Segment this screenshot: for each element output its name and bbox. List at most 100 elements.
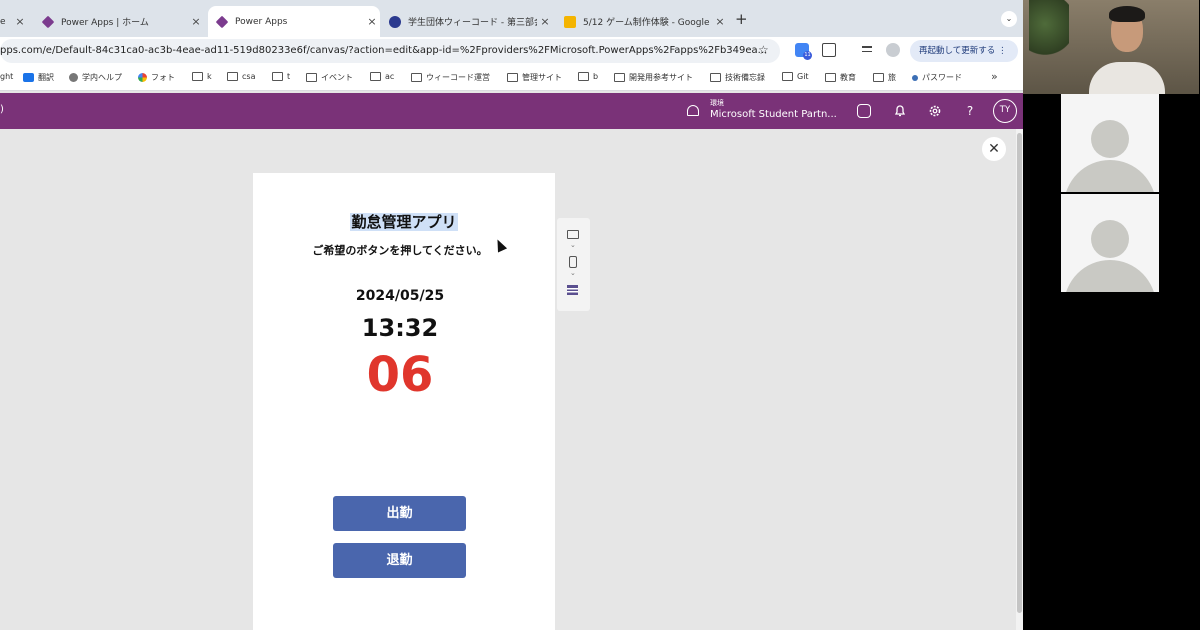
bookmark-label: b <box>593 72 599 81</box>
bookmark-folder[interactable]: t <box>272 72 290 81</box>
tab-partial[interactable]: e × <box>0 6 28 37</box>
app-title-text: 勤怠管理アプリ <box>350 213 458 231</box>
bookmark-label: k <box>207 72 212 81</box>
tab-title: e <box>0 16 6 27</box>
new-tab-button[interactable]: + <box>735 10 748 28</box>
tab-close-icon[interactable]: × <box>12 15 28 28</box>
environment-label: 環境 <box>710 99 724 107</box>
presenter-camera <box>1023 0 1199 94</box>
key-icon <box>912 74 918 81</box>
person-placeholder-head <box>1091 120 1129 158</box>
folder-icon <box>227 72 238 81</box>
bookmark-item[interactable]: ght <box>0 72 13 81</box>
bookmarks-overflow-button[interactable]: » <box>991 70 998 83</box>
reading-list-icon[interactable] <box>862 43 876 57</box>
participant-tile[interactable] <box>1061 94 1159 192</box>
folder-icon <box>578 72 589 81</box>
bookmark-star-icon[interactable]: ☆ <box>758 43 769 57</box>
bookmark-folder[interactable]: 技術備忘録 <box>710 72 765 83</box>
bookmark-folder[interactable]: 開発用参考サイト <box>614 72 693 83</box>
tab-wecode[interactable]: 学生団体ウィーコード - 第三部会 × <box>385 6 553 37</box>
tab-powerapps-home[interactable]: Power Apps | ホーム × <box>38 6 204 37</box>
tab-title: 5/12 ゲーム制作体験 - Google ス <box>583 18 712 28</box>
header-title-fragment: ) <box>0 104 4 115</box>
bookmark-item[interactable]: パスワード <box>912 72 962 83</box>
bookmark-item[interactable]: 学内ヘルプ <box>69 72 122 83</box>
bookmark-label: 学内ヘルプ <box>82 73 122 82</box>
tab-close-icon[interactable]: × <box>188 15 204 28</box>
tab-close-icon[interactable]: × <box>537 15 553 28</box>
copilot-icon[interactable] <box>857 104 871 118</box>
user-avatar[interactable]: TY <box>993 99 1017 123</box>
bookmark-label: フォト <box>151 73 175 82</box>
bookmark-item[interactable]: 翻訳 <box>23 72 54 83</box>
help-icon[interactable]: ? <box>963 104 977 118</box>
chevron-down-icon[interactable]: ⌄ <box>570 241 576 249</box>
presenter-body <box>1089 62 1165 94</box>
bookmark-label: ウィーコード運営 <box>426 73 490 82</box>
tab-strip: e × Power Apps | ホーム × Power Apps × 学生団体… <box>0 0 1023 37</box>
powerapps-header: ) 環境 Microsoft Student Partn... ? TY <box>0 93 1023 129</box>
bookmark-label: イベント <box>321 73 353 82</box>
gear-icon[interactable] <box>928 104 942 118</box>
bookmark-label: 管理サイト <box>522 73 562 82</box>
clock-out-button[interactable]: 退勤 <box>333 543 466 578</box>
bookmarks-bar: ght 翻訳 学内ヘルプ フォト k csa t イベント ac ウィーコード運… <box>0 65 1023 91</box>
bookmark-label: Git <box>797 72 809 81</box>
bookmark-label: csa <box>242 72 256 81</box>
tab-powerapps-active[interactable]: Power Apps × <box>208 6 380 37</box>
phone-view-icon[interactable] <box>569 256 577 268</box>
photos-icon <box>138 73 147 82</box>
device-toolbar: ⌄ ⌄ <box>557 218 590 311</box>
bookmark-folder[interactable]: Git <box>782 72 809 81</box>
bookmark-folder[interactable]: ウィーコード運営 <box>411 72 490 83</box>
environment-selector[interactable]: Microsoft Student Partn... <box>710 109 837 120</box>
close-preview-button[interactable]: ✕ <box>982 137 1006 161</box>
chevron-down-icon[interactable]: ⌄ <box>570 269 576 277</box>
desktop-view-icon[interactable] <box>567 230 579 239</box>
bookmark-label: パスワード <box>922 73 962 82</box>
participant-tile[interactable] <box>1061 194 1159 292</box>
bookmark-folder[interactable]: 旅 <box>873 72 896 83</box>
bookmark-item[interactable]: フォト <box>138 72 175 83</box>
extensions-puzzle-icon[interactable] <box>822 43 836 57</box>
folder-icon <box>272 72 283 81</box>
app-title: 勤怠管理アプリ <box>253 211 555 232</box>
tab-title: Power Apps <box>235 16 288 27</box>
person-placeholder-icon <box>1064 260 1156 292</box>
current-time: 13:32 <box>361 314 439 342</box>
profile-icon[interactable] <box>886 43 900 57</box>
slides-icon <box>564 15 576 28</box>
translate-icon <box>23 73 34 82</box>
tab-google-slides[interactable]: 5/12 ゲーム制作体験 - Google ス × <box>560 6 728 37</box>
scrollbar-thumb[interactable] <box>1017 133 1022 613</box>
tab-close-icon[interactable]: × <box>364 15 380 28</box>
bookmark-folder[interactable]: k <box>192 72 212 81</box>
bookmark-folder[interactable]: csa <box>227 72 255 81</box>
browser-window: e × Power Apps | ホーム × Power Apps × 学生団体… <box>0 0 1023 630</box>
folder-icon <box>825 73 836 82</box>
bell-icon[interactable] <box>893 104 907 118</box>
powerapps-icon <box>41 15 55 28</box>
folder-icon <box>614 73 625 82</box>
bookmark-folder[interactable]: 教育 <box>825 72 856 83</box>
layout-icon[interactable] <box>567 285 578 295</box>
relaunch-update-button[interactable]: 再起動して更新する ⋮ <box>910 40 1018 62</box>
bookmark-folder[interactable]: b <box>578 72 598 81</box>
address-bar[interactable]: pps.com/e/Default-84c31ca0-ac3b-4eae-ad1… <box>0 39 780 63</box>
vertical-scrollbar[interactable] <box>1016 129 1023 630</box>
clock-in-button[interactable]: 出勤 <box>333 496 466 531</box>
extension-badge: 11 <box>803 51 812 60</box>
tab-close-icon[interactable]: × <box>712 15 728 28</box>
pin-icon <box>69 73 78 82</box>
bookmark-label: t <box>287 72 291 81</box>
environment-icon[interactable] <box>687 105 699 116</box>
folder-icon <box>306 73 317 82</box>
bookmark-folder[interactable]: 管理サイト <box>507 72 562 83</box>
extension-icon[interactable]: 11 <box>795 43 812 60</box>
app-preview-screen: 勤怠管理アプリ ご希望のボタンを押してください。 2024/05/25 13:3… <box>253 173 555 630</box>
tab-title: Power Apps | ホーム <box>61 18 149 28</box>
bookmark-folder[interactable]: イベント <box>306 72 353 83</box>
bookmark-folder[interactable]: ac <box>370 72 394 81</box>
tab-search-button[interactable]: ⌄ <box>1001 11 1017 27</box>
